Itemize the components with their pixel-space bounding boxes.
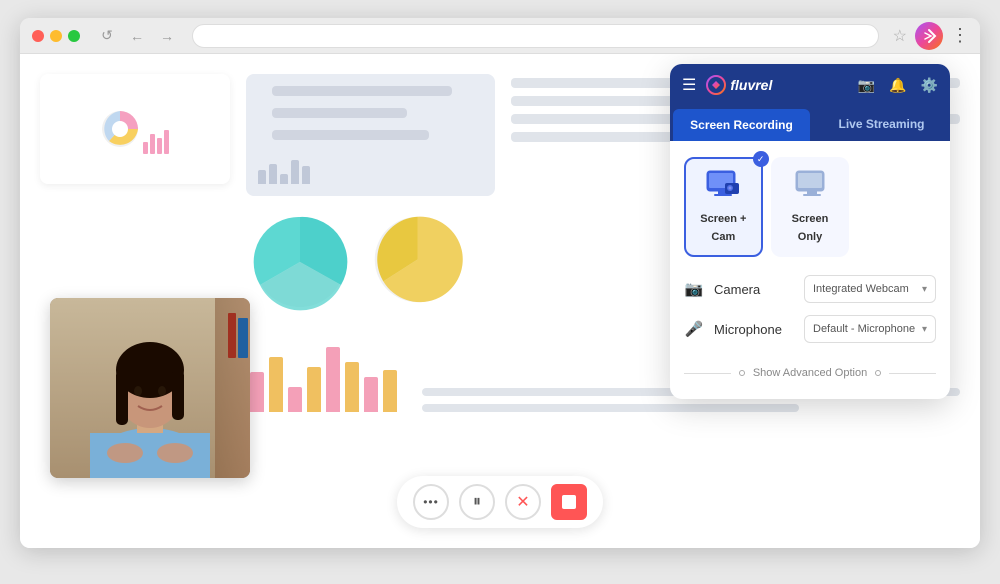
- adv-line-left: [684, 373, 731, 374]
- hamburger-icon[interactable]: ☰: [682, 75, 696, 95]
- logo-text: fluvrel: [730, 77, 772, 93]
- microphone-select-arrow: ▾: [922, 324, 927, 335]
- browser-nav: ↺ ← →: [96, 25, 178, 47]
- camera-header-icon[interactable]: 📷: [858, 77, 875, 94]
- browser-content: ••• ⏸ ✕ ☰: [20, 54, 980, 548]
- address-bar[interactable]: [192, 24, 879, 48]
- advanced-option-row[interactable]: Show Advanced Option: [684, 359, 936, 387]
- mode-screen-cam-label: Screen + Cam: [700, 213, 746, 243]
- close-button[interactable]: ✕: [505, 484, 541, 520]
- camera-setting-row: 📷 Camera Integrated Webcam ▾: [684, 275, 936, 303]
- stop-icon: [562, 495, 576, 509]
- mode-screen-only-wrap: Screen Only: [771, 157, 850, 257]
- nav-back[interactable]: ←: [126, 25, 148, 47]
- mode-screen-cam-wrap: Screen + Cam ✓: [684, 157, 763, 257]
- popup-tabs: Screen Recording Live Streaming: [670, 106, 950, 141]
- browser-window: ↺ ← → ☆ ⋮: [20, 18, 980, 548]
- person-silhouette: [55, 298, 245, 478]
- bookmark-icon[interactable]: ☆: [893, 26, 907, 46]
- extension-popup: ☰ fluv: [670, 64, 950, 399]
- mode-screen-only-label: Screen Only: [792, 213, 829, 243]
- camera-select-arrow: ▾: [922, 284, 927, 295]
- nav-refresh[interactable]: ↺: [96, 25, 118, 47]
- microphone-setting-icon: 🎤: [684, 320, 704, 338]
- browser-titlebar: ↺ ← → ☆ ⋮: [20, 18, 980, 54]
- advanced-option-label: Show Advanced Option: [753, 367, 867, 379]
- microphone-select[interactable]: Default - Microphone ▾: [804, 315, 936, 343]
- traffic-light-red[interactable]: [32, 30, 44, 42]
- tab-screen-recording[interactable]: Screen Recording: [673, 109, 810, 141]
- traffic-light-yellow[interactable]: [50, 30, 62, 42]
- microphone-setting-label: Microphone: [714, 322, 794, 337]
- extension-button[interactable]: [915, 22, 943, 50]
- mode-screen-cam[interactable]: Screen + Cam: [684, 157, 763, 257]
- pie-chart-1: [250, 212, 350, 312]
- popup-header: ☰ fluv: [670, 64, 950, 106]
- recording-controls: ••• ⏸ ✕: [397, 476, 603, 528]
- mode-screen-only[interactable]: Screen Only: [771, 157, 850, 257]
- mode-selector: Screen + Cam ✓ S: [684, 157, 936, 257]
- camera-select[interactable]: Integrated Webcam ▾: [804, 275, 936, 303]
- chart-card-1: [40, 74, 230, 184]
- pause-icon: ⏸: [473, 493, 481, 511]
- adv-dot-right: [875, 370, 881, 376]
- camera-select-value: Integrated Webcam: [813, 283, 909, 295]
- microphone-setting-row: 🎤 Microphone Default - Microphone ▾: [684, 315, 936, 343]
- pause-button[interactable]: ⏸: [459, 484, 495, 520]
- settings-icon[interactable]: ⚙️: [921, 77, 938, 94]
- mode-badge: ✓: [753, 151, 769, 167]
- more-dots-icon: •••: [423, 495, 439, 509]
- close-icon: ✕: [516, 492, 529, 512]
- more-options-button[interactable]: •••: [413, 484, 449, 520]
- nav-forward[interactable]: →: [156, 25, 178, 47]
- tab-live-streaming[interactable]: Live Streaming: [813, 106, 950, 141]
- camera-setting-icon: 📷: [684, 280, 704, 298]
- browser-actions: ☆ ⋮: [893, 22, 968, 50]
- stop-button[interactable]: [551, 484, 587, 520]
- microphone-select-value: Default - Microphone: [813, 323, 915, 335]
- traffic-light-green[interactable]: [68, 30, 80, 42]
- popup-body: Screen + Cam ✓ S: [670, 141, 950, 399]
- camera-setting-label: Camera: [714, 282, 794, 297]
- popup-logo: fluvrel: [706, 75, 772, 95]
- browser-menu-icon[interactable]: ⋮: [951, 25, 968, 46]
- pie-chart-2: [370, 212, 465, 307]
- adv-dot-left: [739, 370, 745, 376]
- popup-header-icons: 📷 🔔 ⚙️: [858, 77, 938, 94]
- adv-line-right: [889, 373, 936, 374]
- bell-icon[interactable]: 🔔: [889, 77, 906, 94]
- webcam-overlay: [50, 298, 250, 478]
